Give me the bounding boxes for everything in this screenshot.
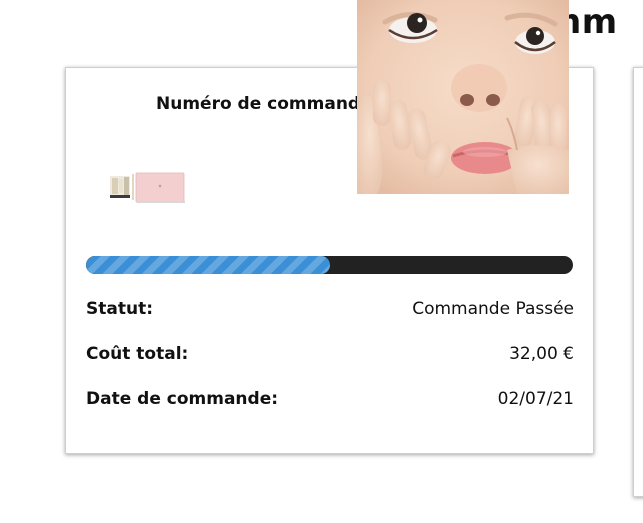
status-row: Statut: Commande Passée xyxy=(86,296,574,322)
total-cost-label: Coût total: xyxy=(86,344,189,364)
status-value: Commande Passée xyxy=(412,299,574,319)
product-thumbnail xyxy=(106,168,188,206)
total-cost-row: Coût total: 32,00 € xyxy=(86,341,574,367)
next-order-card[interactable] xyxy=(633,67,643,497)
order-date-label: Date de commande: xyxy=(86,389,279,409)
order-progress-fill xyxy=(86,256,330,274)
overlay-photo xyxy=(357,0,569,194)
order-progress-bar xyxy=(86,256,573,274)
order-date-value: 02/07/21 xyxy=(497,389,574,409)
status-label: Statut: xyxy=(86,299,153,319)
orders-page: omm Numéro de commande Statut: Commande … xyxy=(0,0,643,523)
order-date-row: Date de commande: 02/07/21 xyxy=(86,386,574,412)
order-number-label: Numéro de commande xyxy=(156,94,372,114)
total-cost-value: 32,00 € xyxy=(509,344,574,364)
